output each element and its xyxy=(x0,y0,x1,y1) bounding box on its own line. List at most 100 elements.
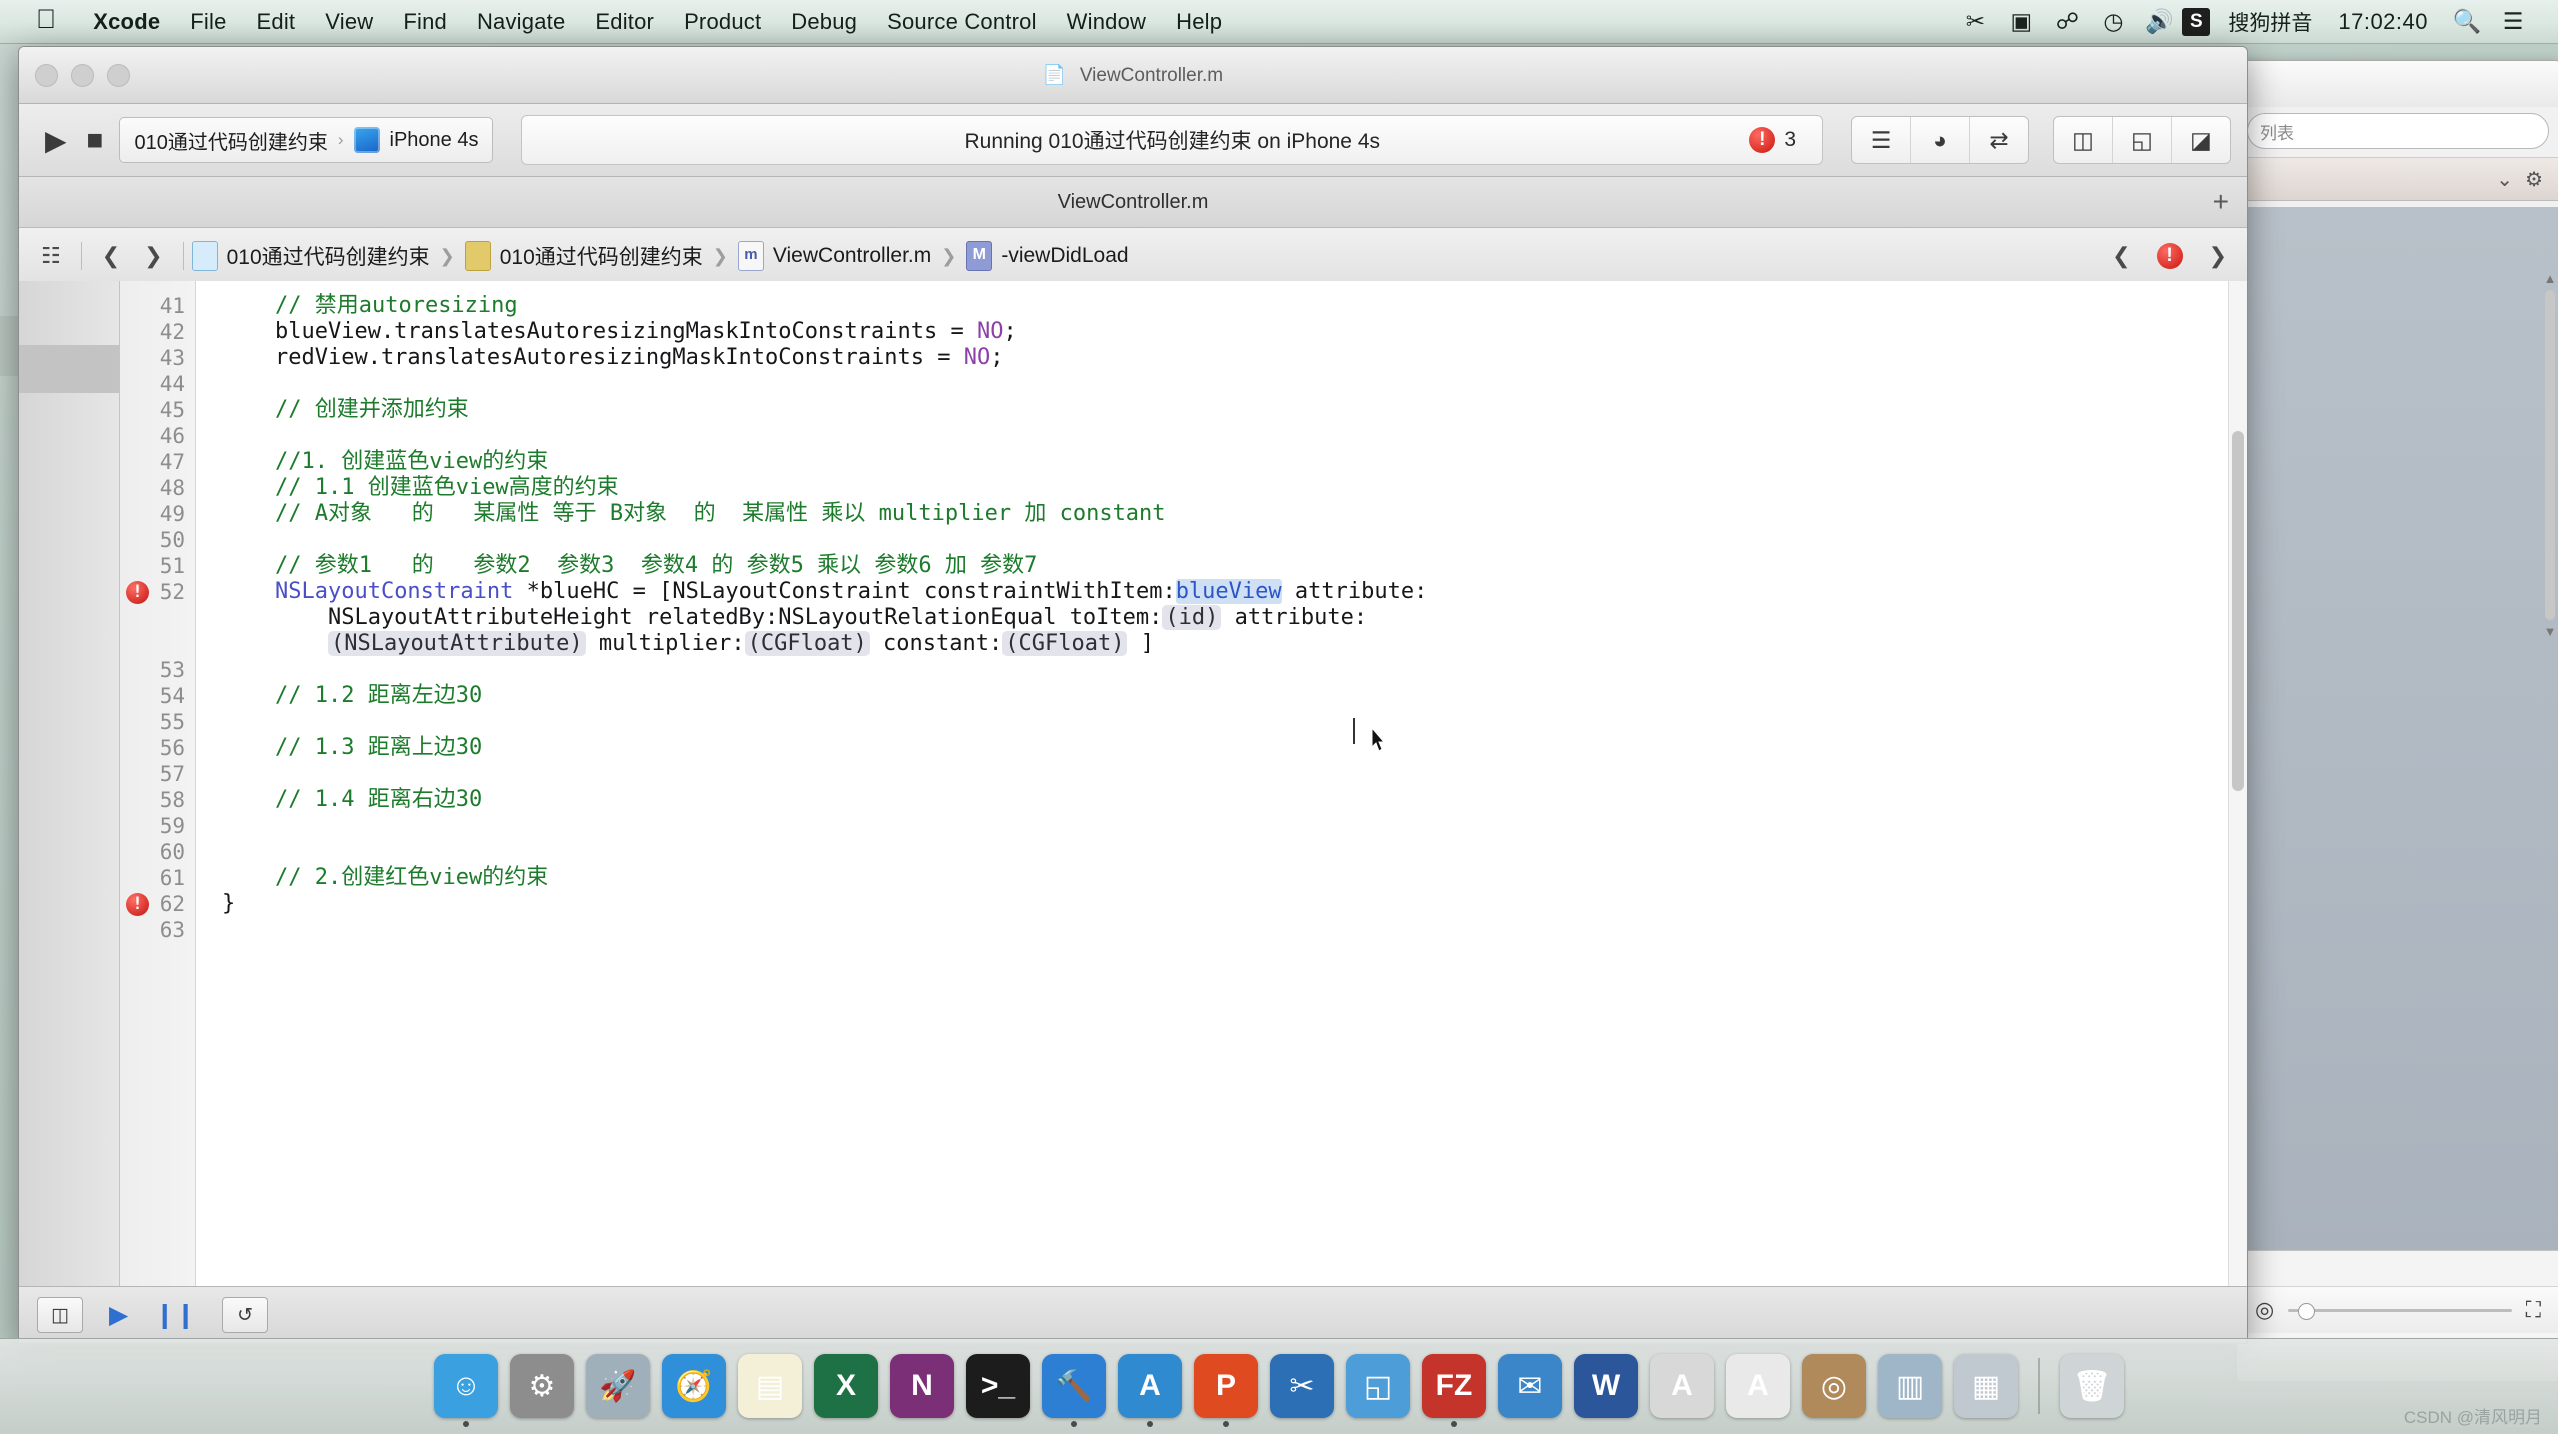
chevron-right-icon[interactable]: ❯ xyxy=(132,243,174,269)
code-line[interactable] xyxy=(196,527,2247,553)
zoom-slider[interactable] xyxy=(2288,1302,2512,1320)
screen-record-icon[interactable]: ▣ xyxy=(1998,0,2044,44)
line-number[interactable]: 45 xyxy=(120,397,195,423)
dock-item-mail[interactable]: ✉ xyxy=(1498,1354,1562,1418)
dock-item-text-app[interactable]: A xyxy=(1726,1354,1790,1418)
line-number[interactable]: 47 xyxy=(120,449,195,475)
menu-item-source-control[interactable]: Source Control xyxy=(872,7,1052,37)
close-window-button[interactable] xyxy=(35,63,58,87)
triangle-down-icon[interactable]: ▼ xyxy=(2543,624,2557,639)
dock-item-contacts[interactable]: ◎ xyxy=(1802,1354,1866,1418)
run-button[interactable]: ▶ xyxy=(35,124,77,157)
add-tab-button[interactable]: + xyxy=(2213,188,2229,216)
line-number[interactable]: 58 xyxy=(120,787,195,813)
hide-navigator-icon[interactable]: ◫ xyxy=(37,1297,83,1333)
line-number[interactable]: 54 xyxy=(120,683,195,709)
line-number[interactable]: 53 xyxy=(120,657,195,683)
dock-item-font-book[interactable]: A xyxy=(1650,1354,1714,1418)
step-over-icon[interactable]: ↺ xyxy=(222,1297,269,1333)
scissors-icon[interactable]: ✂ xyxy=(1952,0,1998,44)
line-number[interactable]: 49 xyxy=(120,501,195,527)
menu-item-file[interactable]: File xyxy=(175,7,241,37)
background-window[interactable]: 列表 ⌄ ⚙ ▲ ▼ ◎ ⛶ xyxy=(2236,60,2558,1382)
dock-item-documents-stack[interactable]: ▦ xyxy=(1954,1354,2018,1418)
menu-item-window[interactable]: Window xyxy=(1052,7,1161,37)
dock-item-onenote[interactable]: N xyxy=(890,1354,954,1418)
menu-item-editor[interactable]: Editor xyxy=(580,7,669,37)
minimize-window-button[interactable] xyxy=(71,63,94,87)
code-line[interactable] xyxy=(196,761,2247,787)
code-line[interactable]: // 1.4 距离右边30 xyxy=(196,787,2247,813)
line-number[interactable]: 50 xyxy=(120,527,195,553)
bluetooth-icon[interactable]: ☍ xyxy=(2044,0,2090,44)
background-window-slider-bar[interactable]: ◎ ⛶ xyxy=(2237,1286,2558,1333)
menu-item-navigate[interactable]: Navigate xyxy=(462,7,580,37)
xcode-tabbar[interactable]: ViewController.m + xyxy=(19,177,2247,228)
code-line[interactable]: (NSLayoutAttribute) multiplier: (CGFloat)… xyxy=(196,631,2247,657)
chevron-right-icon[interactable]: ❯ xyxy=(2197,243,2239,269)
chevron-left-icon[interactable]: ❮ xyxy=(2100,243,2142,269)
dock-item-terminal[interactable]: >_ xyxy=(966,1354,1030,1418)
chevron-left-icon[interactable]: ❮ xyxy=(90,243,132,269)
dock-item-scissors-app[interactable]: ✂ xyxy=(1270,1354,1334,1418)
apple-logo-icon[interactable]:  xyxy=(36,6,56,33)
breadcrumb-project[interactable]: 010通过代码创建约束 xyxy=(191,241,430,271)
assistant-editor-icon[interactable]: ◕ xyxy=(1911,117,1970,163)
line-number[interactable]: 42 xyxy=(120,319,195,345)
code-line[interactable]: // 参数1 的 参数2 参数3 参数4 的 参数5 乘以 参数6 加 参数7 xyxy=(196,553,2247,579)
code-line[interactable]: // 禁用autoresizing xyxy=(196,293,2247,319)
dock-item-safari[interactable]: 🧭 xyxy=(662,1354,726,1418)
tab-viewcontroller-m[interactable]: ViewController.m xyxy=(1058,191,1209,214)
standard-editor-icon[interactable]: ☰ xyxy=(1852,117,1911,163)
dock-item-stickies[interactable]: ▤ xyxy=(738,1354,802,1418)
line-number[interactable]: 51 xyxy=(120,553,195,579)
jumpbar-issue-nav[interactable]: ❮ ! ❯ xyxy=(2100,243,2239,269)
editor-vertical-scrollbar[interactable] xyxy=(2228,281,2247,1287)
scheme-selector[interactable]: 010通过代码创建约束 › iPhone 4s xyxy=(119,117,494,163)
line-number[interactable]: 44 xyxy=(120,371,195,397)
continue-icon[interactable]: ▶ xyxy=(109,1300,128,1330)
line-number[interactable]: 56 xyxy=(120,735,195,761)
line-number[interactable]: ! 52 xyxy=(120,579,195,657)
menu-item-view[interactable]: View xyxy=(310,7,388,37)
slider-knob[interactable] xyxy=(2298,1302,2316,1320)
clock-icon[interactable]: ◷ xyxy=(2090,0,2136,44)
dock-item-finder[interactable]: ☺ xyxy=(434,1354,498,1427)
code-line[interactable]: } xyxy=(196,891,2247,917)
line-number[interactable]: 46 xyxy=(120,423,195,449)
code-line[interactable] xyxy=(196,423,2247,449)
code-line[interactable] xyxy=(196,917,2247,943)
debug-area-toggle-icon[interactable]: ◱ xyxy=(2113,117,2172,163)
error-badge-icon[interactable]: ! xyxy=(2156,243,2183,269)
stop-button[interactable]: ■ xyxy=(77,124,114,156)
dock-item-app-store[interactable]: A xyxy=(1118,1354,1182,1427)
dock-item-preview[interactable]: ◱ xyxy=(1346,1354,1410,1418)
breadcrumb-method[interactable]: M -viewDidLoad xyxy=(966,241,1129,271)
volume-icon[interactable]: 🔊 xyxy=(2136,0,2182,44)
dock-item-downloads-stack[interactable]: ▥ xyxy=(1878,1354,1942,1418)
breadcrumb-folder[interactable]: 010通过代码创建约束 xyxy=(464,241,703,271)
navigator-toggle-icon[interactable]: ◫ xyxy=(2054,117,2113,163)
line-number[interactable]: 55 xyxy=(120,709,195,735)
menu-item-debug[interactable]: Debug xyxy=(776,7,872,37)
code-line[interactable] xyxy=(196,839,2247,865)
scrollbar-thumb[interactable] xyxy=(2545,290,2555,620)
source-editor[interactable]: 41 42 43 44 45 46 47 48 49 50 51! 52 53 54 55 56 57 58 59 6… xyxy=(19,281,2247,1287)
line-number[interactable]: 61 xyxy=(120,865,195,891)
code-line[interactable]: NSLayoutAttributeHeight relatedBy:NSLayo… xyxy=(196,605,2247,631)
code-line[interactable] xyxy=(196,657,2247,683)
editor-mode-group[interactable]: ☰ ◕ ⇄ xyxy=(1851,116,2029,164)
line-number[interactable]: 48 xyxy=(120,475,195,501)
dock-item-filezilla[interactable]: FZ xyxy=(1422,1354,1486,1427)
menu-item-product[interactable]: Product xyxy=(669,7,776,37)
menu-item-edit[interactable]: Edit xyxy=(242,7,311,37)
code-line[interactable]: NSLayoutConstraint *blueHC = [NSLayoutCo… xyxy=(196,579,2247,605)
code-line[interactable]: redView.translatesAutoresizingMaskIntoCo… xyxy=(196,345,2247,371)
menubar-clock[interactable]: 17:02:40 xyxy=(2322,9,2444,35)
code-line[interactable] xyxy=(196,709,2247,735)
utilities-toggle-icon[interactable]: ◪ xyxy=(2172,117,2230,163)
macos-dock[interactable]: ☺ ⚙ 🚀 🧭 ▤ X N >_ 🔨 A P ✂ ◱ FZ ✉ W A A ◎ ▥ ▦ 🗑 xyxy=(0,1338,2558,1434)
line-number[interactable]: 57 xyxy=(120,761,195,787)
code-line[interactable]: //1. 创建蓝色view的约束 xyxy=(196,449,2247,475)
dock-item-word[interactable]: W xyxy=(1574,1354,1638,1418)
